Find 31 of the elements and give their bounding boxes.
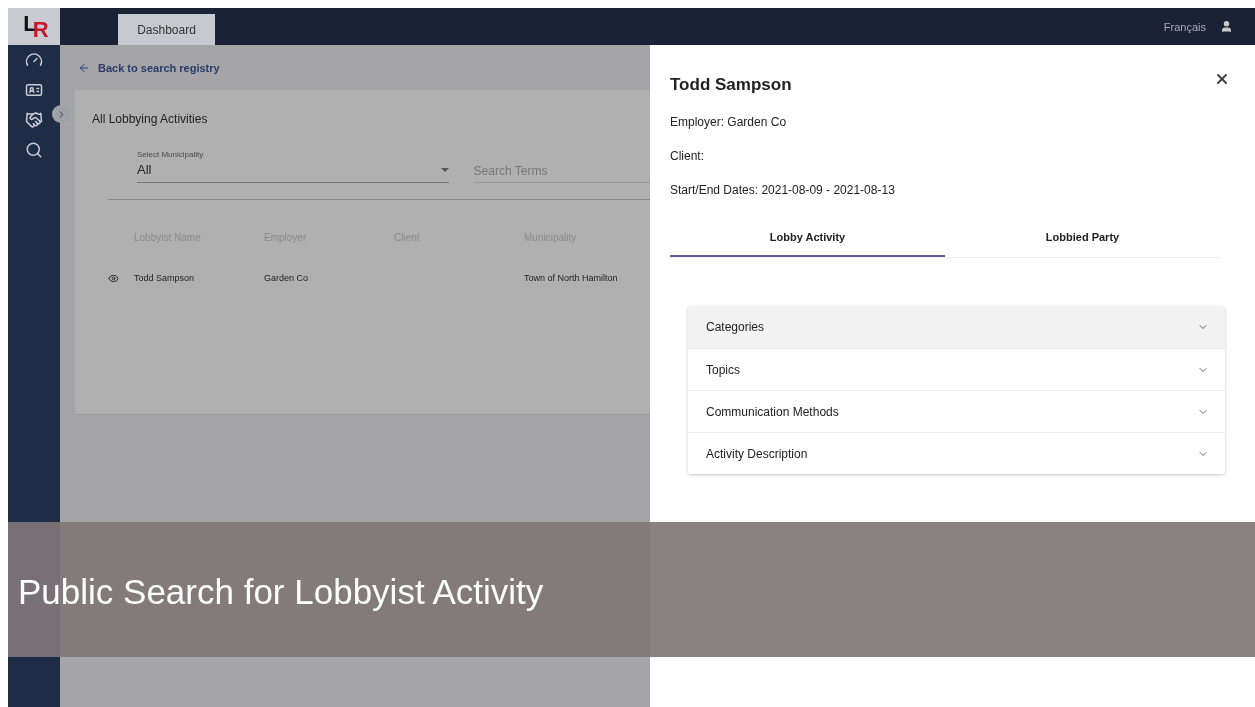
drawer-title: Todd Sampson [670, 75, 792, 95]
id-card-icon[interactable] [25, 81, 43, 99]
nav-tab[interactable]: Dashboard [118, 14, 215, 45]
user-icon[interactable] [1220, 20, 1233, 33]
close-button[interactable] [1214, 71, 1230, 87]
language-link[interactable]: Français [1163, 20, 1206, 33]
gauge-icon[interactable] [25, 51, 43, 69]
section-title: All Lobbying Activities [92, 112, 209, 126]
caret-icon [440, 168, 449, 172]
table-cell-text: Todd Sampson [134, 273, 196, 283]
municipality-select[interactable]: Select Municipality All [137, 150, 449, 183]
table-cell-text: Garden Co [264, 273, 310, 283]
table-cell-text: Town of North Hamilton [524, 273, 619, 283]
search-field[interactable]: Search Terms [473, 150, 650, 183]
logo: LR [8, 8, 60, 45]
accordion-item[interactable]: Activity Description [688, 432, 1225, 474]
expand-button[interactable] [52, 105, 70, 123]
back-link[interactable]: Back to search registry [75, 61, 220, 74]
tab[interactable]: Lobby Activity [670, 219, 945, 257]
search-icon[interactable] [25, 141, 43, 159]
view-icon[interactable] [108, 272, 119, 284]
accordion-item[interactable]: Categories [688, 306, 1225, 348]
detail-text: Client: [670, 149, 705, 163]
tab[interactable]: Lobbied Party [945, 219, 1220, 257]
accordion-item[interactable]: Topics [688, 348, 1225, 390]
detail-text: Start/End Dates: 2021-08-09 - 2021-08-13 [670, 183, 896, 197]
detail-text: Employer: Garden Co [670, 115, 788, 129]
caption-text: Public Search for Lobbyist Activity [18, 572, 544, 612]
arrow-left-icon [78, 61, 90, 74]
handshake-icon[interactable] [25, 111, 43, 129]
accordion-item[interactable]: Communication Methods [688, 390, 1225, 432]
